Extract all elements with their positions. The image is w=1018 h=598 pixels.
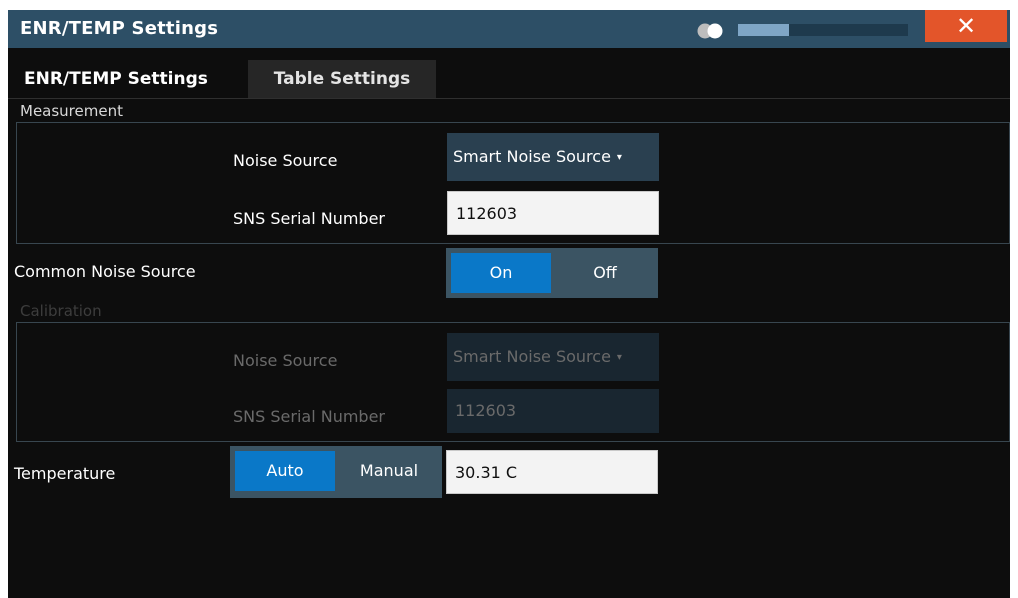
chevron-down-icon: ▾ <box>616 351 622 363</box>
sns-serial-number-label: SNS Serial Number <box>233 209 385 228</box>
enr-temp-dialog: ENR/TEMP Settings ✕ ENR/TEMP Settings Ta… <box>8 10 1010 598</box>
window-title: ENR/TEMP Settings <box>20 18 219 39</box>
chevron-down-icon: ▾ <box>616 151 622 163</box>
calibration-group: Noise Source Smart Noise Source ▾ SNS Ser… <box>16 322 1010 442</box>
calibration-section-label: Calibration <box>20 302 102 320</box>
tab-divider <box>8 98 1010 99</box>
close-icon: ✕ <box>955 12 977 40</box>
measurement-group: Noise Source Smart Noise Source ▾ SNS Ser… <box>16 122 1010 244</box>
noise-source-value: Smart Noise Source <box>453 147 611 166</box>
noise-source-label: Noise Source <box>233 151 338 170</box>
temperature-label: Temperature <box>14 464 116 483</box>
progress-bar <box>738 24 908 36</box>
common-noise-source-on-button[interactable]: On <box>451 253 551 293</box>
temperature-manual-button[interactable]: Manual <box>340 451 438 491</box>
calibration-noise-source-label: Noise Source <box>233 351 338 370</box>
calibration-noise-source-value: Smart Noise Source <box>453 347 611 366</box>
temperature-value-field[interactable]: 30.31 C <box>446 450 658 494</box>
calibration-sns-serial-number-label: SNS Serial Number <box>233 407 385 426</box>
tab-table-settings[interactable]: Table Settings <box>248 60 436 98</box>
toggle-icon[interactable] <box>696 23 726 39</box>
close-button[interactable]: ✕ <box>925 10 1007 42</box>
common-noise-source-label: Common Noise Source <box>14 262 196 281</box>
common-noise-source-toggle: On Off <box>446 248 658 298</box>
noise-source-dropdown[interactable]: Smart Noise Source ▾ <box>447 133 659 181</box>
progress-fill <box>738 24 789 36</box>
temperature-mode-toggle: Auto Manual <box>230 446 442 498</box>
sns-serial-number-field[interactable]: 112603 <box>447 191 659 235</box>
tab-enr-temp-settings[interactable]: ENR/TEMP Settings <box>16 60 244 98</box>
calibration-noise-source-dropdown: Smart Noise Source ▾ <box>447 333 659 381</box>
common-noise-source-off-button[interactable]: Off <box>556 253 654 293</box>
measurement-section-label: Measurement <box>20 102 123 120</box>
title-bar: ENR/TEMP Settings ✕ <box>8 10 1010 48</box>
temperature-auto-button[interactable]: Auto <box>235 451 335 491</box>
calibration-sns-serial-number-field: 112603 <box>447 389 659 433</box>
